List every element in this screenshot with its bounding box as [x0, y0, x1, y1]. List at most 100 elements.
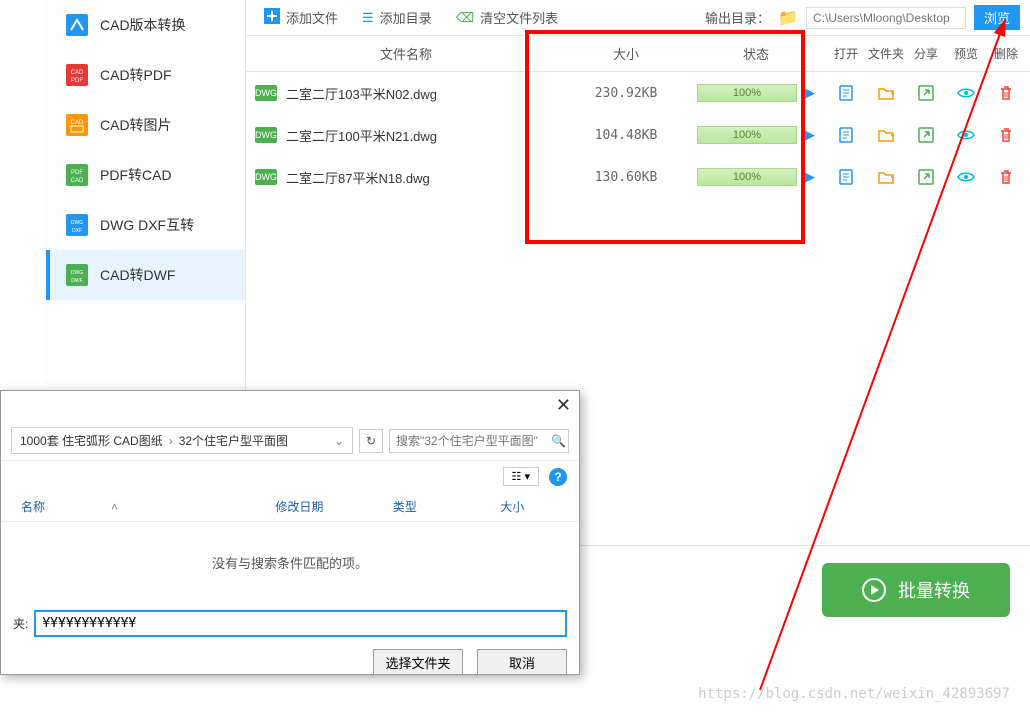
refresh-button[interactable]: ↻ [359, 429, 383, 453]
sidebar-label: CAD转DWF [100, 265, 175, 285]
cancel-button[interactable]: 取消 [477, 649, 567, 675]
col-name: 文件名称 [246, 44, 566, 63]
clear-list-button[interactable]: ⌫ 清空文件列表 [448, 4, 566, 31]
col-name-header[interactable]: 名称 ˄ [21, 498, 275, 515]
folder-button[interactable] [866, 168, 906, 186]
col-type-header[interactable]: 类型 [393, 498, 501, 515]
view-mode-button[interactable]: ☷ ▾ [503, 467, 539, 486]
col-delete: 删除 [986, 45, 1026, 62]
dwg-badge-icon: DWG [255, 127, 277, 143]
delete-button[interactable] [986, 168, 1026, 186]
progress-bar: 100% [697, 126, 797, 144]
sidebar-item-cad-dwf[interactable]: DWGDWF CAD转DWF [46, 250, 245, 300]
file-size: 130.60KB [566, 170, 686, 185]
batch-label: 批量转换 [898, 577, 970, 603]
folder-button[interactable] [866, 84, 906, 102]
file-name: 二室二厅87平米N18.dwg [286, 168, 566, 187]
select-folder-button[interactable]: 选择文件夹 [373, 649, 463, 675]
sidebar-label: PDF转CAD [100, 165, 172, 185]
add-dir-button[interactable]: ☰ 添加目录 [354, 4, 440, 31]
preview-button[interactable] [946, 168, 986, 186]
svg-text:DWG: DWG [71, 270, 83, 276]
dialog-nav: 1000套 住宅弧形 CAD图纸 › 32个住宅户型平面图 ⌄ ↻ 🔍 [1, 421, 579, 461]
col-folder: 文件夹 [866, 45, 906, 62]
pdf-cad-icon: PDF CAD [66, 164, 88, 186]
share-button[interactable] [906, 168, 946, 186]
open-button[interactable] [826, 84, 866, 102]
search-input[interactable] [396, 434, 551, 448]
folder-button[interactable] [866, 126, 906, 144]
chevron-down-icon: ⌄ [334, 434, 344, 448]
cad-version-icon [66, 14, 88, 36]
cad-pdf-icon: CAD PDF [66, 64, 88, 86]
file-status: 100% ▶ [686, 84, 826, 102]
dwg-badge-icon: DWG [255, 169, 277, 185]
dialog-footer: 夹: 选择文件夹 取消 [1, 602, 579, 683]
svg-text:DWG: DWG [71, 220, 83, 226]
sidebar-label: DWG DXF互转 [100, 215, 194, 235]
file-status: 100% ▶ [686, 168, 826, 186]
cad-image-icon: CAD [66, 114, 88, 136]
svg-text:CAD: CAD [71, 70, 84, 76]
sidebar-label: CAD转PDF [100, 65, 172, 85]
col-date-header[interactable]: 修改日期 [275, 498, 392, 515]
output-label: 输出目录： [705, 8, 770, 27]
dwg-badge-icon: DWG [255, 85, 277, 101]
dialog-toolbar: ☷ ▾ ? [1, 461, 579, 492]
close-button[interactable]: ✕ [556, 395, 571, 416]
list-icon: ☰ [362, 10, 374, 26]
watermark: https://blog.csdn.net/weixin_42893697 [698, 686, 1010, 702]
preview-button[interactable] [946, 84, 986, 102]
col-preview: 预览 [946, 45, 986, 62]
cad-dwf-icon: DWGDWF [66, 264, 88, 286]
plus-icon [264, 8, 280, 27]
open-button[interactable] [826, 126, 866, 144]
delete-button[interactable] [986, 84, 1026, 102]
dialog-columns: 名称 ˄ 修改日期 类型 大小 [1, 492, 579, 522]
file-row: DWG 二室二厅103平米N02.dwg 230.92KB 100% ▶ [246, 72, 1030, 114]
file-status: 100% ▶ [686, 126, 826, 144]
progress-bar: 100% [697, 168, 797, 186]
sort-icon: ˄ [111, 500, 118, 514]
preview-button[interactable] [946, 126, 986, 144]
browse-button[interactable]: 浏览 [974, 5, 1020, 30]
add-file-button[interactable]: 添加文件 [256, 4, 346, 31]
empty-message: 没有与搜索条件匹配的项。 [1, 522, 579, 602]
folder-dialog: ✕ 1000套 住宅弧形 CAD图纸 › 32个住宅户型平面图 ⌄ ↻ 🔍 ☷ … [0, 390, 580, 675]
file-row: DWG 二室二厅87平米N18.dwg 130.60KB 100% ▶ [246, 156, 1030, 198]
sidebar-item-pdf-cad[interactable]: PDF CAD PDF转CAD [46, 150, 245, 200]
breadcrumb[interactable]: 1000套 住宅弧形 CAD图纸 › 32个住宅户型平面图 ⌄ [11, 427, 353, 454]
play-icon[interactable]: ▶ [805, 127, 815, 143]
file-size: 104.48KB [566, 128, 686, 143]
col-status: 状态 [686, 44, 826, 63]
search-icon: 🔍 [551, 434, 566, 448]
folder-icon[interactable]: 📁 [778, 8, 798, 28]
sidebar-item-dwg-dxf[interactable]: DWG DXF DWG DXF互转 [46, 200, 245, 250]
output-path-input[interactable] [806, 7, 966, 29]
batch-convert-button[interactable]: 批量转换 [822, 563, 1010, 617]
col-size: 大小 [566, 44, 686, 63]
svg-text:CAD: CAD [71, 178, 84, 184]
share-button[interactable] [906, 84, 946, 102]
help-button[interactable]: ? [549, 468, 567, 486]
file-name: 二室二厅103平米N02.dwg [286, 84, 566, 103]
folder-path-input[interactable] [34, 610, 567, 637]
file-size: 230.92KB [566, 86, 686, 101]
col-share: 分享 [906, 45, 946, 62]
sidebar-item-cad-pdf[interactable]: CAD PDF CAD转PDF [46, 50, 245, 100]
sidebar-label: CAD转图片 [100, 115, 172, 135]
open-button[interactable] [826, 168, 866, 186]
svg-text:DXF: DXF [72, 228, 82, 234]
play-icon[interactable]: ▶ [805, 169, 815, 185]
sidebar-item-cad-image[interactable]: CAD CAD转图片 [46, 100, 245, 150]
svg-text:PDF: PDF [71, 78, 83, 84]
search-box[interactable]: 🔍 [389, 429, 569, 453]
play-circle-icon [862, 578, 886, 602]
play-icon[interactable]: ▶ [805, 85, 815, 101]
col-size-header[interactable]: 大小 [500, 498, 559, 515]
share-button[interactable] [906, 126, 946, 144]
clear-list-label: 清空文件列表 [480, 8, 558, 27]
delete-button[interactable] [986, 126, 1026, 144]
svg-text:PDF: PDF [71, 170, 83, 176]
sidebar-item-cad-version[interactable]: CAD版本转换 [46, 0, 245, 50]
